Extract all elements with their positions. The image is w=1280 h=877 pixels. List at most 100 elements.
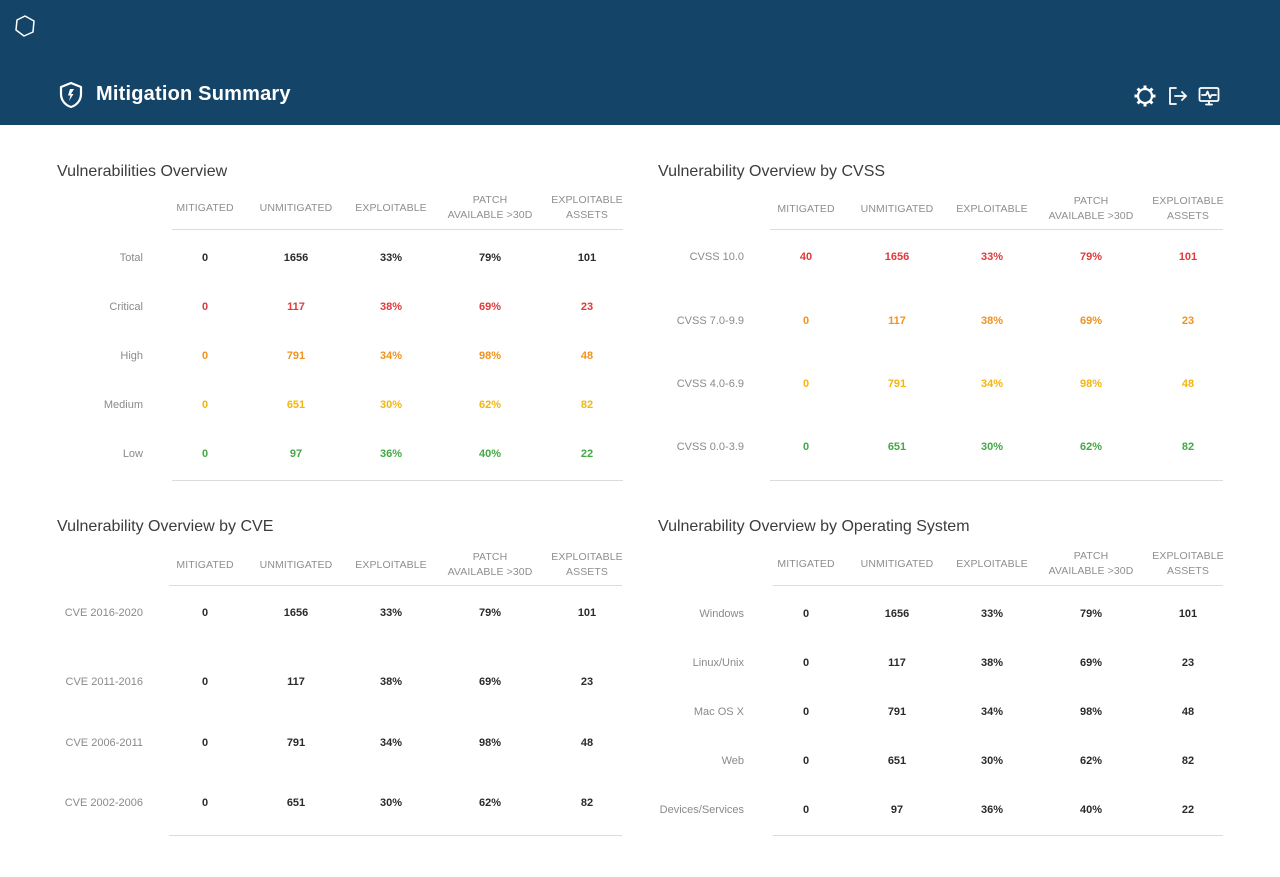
os-cell-exploitable: 38%	[980, 657, 1004, 669]
col-patch-line1: PATCH	[472, 551, 508, 563]
gear-icon[interactable]	[1133, 84, 1157, 108]
overview-cell-patch: 79%	[478, 252, 502, 264]
cve-header-rule	[169, 585, 622, 586]
os-footer-rule	[773, 835, 1223, 836]
cve-cell-patch: 69%	[478, 676, 502, 688]
cvss-cell-unmitigated: 651	[887, 441, 907, 453]
cve-cell-unmitigated: 791	[286, 737, 306, 749]
cvss-row-label: CVSS 0.0-3.9	[676, 441, 744, 453]
cve-row-label: CVE 2016-2020	[64, 607, 143, 619]
cve-cell-mitigated: 0	[201, 607, 209, 619]
os-cell-unmitigated: 117	[888, 657, 906, 669]
overview-cell-unmitigated: 1656	[283, 252, 309, 264]
cvss-cell-mitigated: 0	[802, 315, 810, 327]
os-cell-exploitable: 34%	[980, 706, 1004, 718]
overview-cell-patch: 69%	[478, 301, 502, 313]
os-cell-unmitigated: 791	[887, 706, 907, 718]
os-cell-unmitigated: 97	[890, 804, 904, 816]
cve-cell-mitigated: 0	[201, 676, 209, 688]
os-cell-mitigated: 0	[802, 804, 810, 816]
os-row-label: Web	[721, 755, 744, 767]
col-patch-line2: AVAILABLE >30D	[1048, 210, 1134, 222]
os-cell-assets: 82	[1181, 755, 1195, 767]
shield-icon	[58, 81, 84, 109]
cvss-cell-assets: 48	[1181, 378, 1195, 390]
os-header-rule	[773, 585, 1223, 586]
col-patch-line2: AVAILABLE >30D	[447, 209, 533, 221]
col-assets-line1: EXPLOITABLE	[551, 551, 623, 563]
col-assets-line2: ASSETS	[565, 209, 609, 221]
os-cell-assets: 22	[1181, 804, 1195, 816]
overview-cell-unmitigated: 791	[286, 350, 306, 362]
os-cell-patch: 69%	[1079, 657, 1103, 669]
overview-cell-exploitable: 36%	[379, 448, 403, 460]
os-col-assets: EXPLOITABLE ASSETS	[1143, 549, 1233, 579]
cve-cell-unmitigated: 651	[286, 797, 306, 809]
cvss-col-unmitigated: UNMITIGATED	[860, 203, 934, 215]
cvss-cell-patch: 69%	[1079, 315, 1103, 327]
cvss-cell-exploitable: 33%	[980, 251, 1004, 263]
col-patch-line1: PATCH	[472, 194, 508, 206]
cvss-cell-patch: 62%	[1079, 441, 1103, 453]
monitor-icon[interactable]	[1197, 84, 1221, 108]
cvss-row-label: CVSS 4.0-6.9	[676, 378, 744, 390]
cve-cell-unmitigated: 1656	[283, 607, 309, 619]
cve-cell-mitigated: 0	[201, 737, 209, 749]
overview-cell-exploitable: 38%	[379, 301, 403, 313]
cve-cell-exploitable: 33%	[379, 607, 403, 619]
os-cell-unmitigated: 651	[887, 755, 907, 767]
col-assets-line1: EXPLOITABLE	[551, 194, 623, 206]
os-cell-mitigated: 0	[802, 706, 810, 718]
overview-cell-patch: 62%	[478, 399, 502, 411]
os-col-unmitigated: UNMITIGATED	[860, 558, 934, 570]
cvss-header-rule	[770, 229, 1223, 230]
cvss-cell-unmitigated: 117	[888, 315, 906, 327]
hexagon-logo-icon[interactable]	[13, 14, 37, 38]
overview-col-assets: EXPLOITABLE ASSETS	[542, 193, 632, 223]
cve-cell-exploitable: 38%	[379, 676, 403, 688]
overview-row-label: Low	[122, 448, 143, 460]
overview-cell-patch: 98%	[478, 350, 502, 362]
os-row-label: Linux/Unix	[692, 657, 744, 669]
os-panel-title: Vulnerability Overview by Operating Syst…	[658, 518, 970, 535]
cvss-footer-rule	[770, 480, 1223, 481]
os-cell-assets: 48	[1181, 706, 1195, 718]
os-col-mitigated: MITIGATED	[777, 558, 835, 570]
cvss-cell-exploitable: 34%	[980, 378, 1004, 390]
overview-cell-unmitigated: 651	[286, 399, 306, 411]
os-cell-unmitigated: 1656	[884, 608, 910, 620]
overview-cell-exploitable: 33%	[379, 252, 403, 264]
overview-cell-mitigated: 0	[201, 252, 209, 264]
overview-col-unmitigated: UNMITIGATED	[259, 202, 333, 214]
logout-icon[interactable]	[1166, 84, 1190, 108]
cvss-col-mitigated: MITIGATED	[777, 203, 835, 215]
cvss-cell-assets: 101	[1178, 251, 1198, 263]
col-patch-line1: PATCH	[1073, 195, 1109, 207]
overview-cell-exploitable: 30%	[379, 399, 403, 411]
col-assets-line1: EXPLOITABLE	[1152, 195, 1224, 207]
os-cell-mitigated: 0	[802, 657, 810, 669]
cve-footer-rule	[169, 835, 622, 836]
cve-col-assets: EXPLOITABLE ASSETS	[542, 550, 632, 580]
cve-cell-mitigated: 0	[201, 797, 209, 809]
cvss-cell-assets: 23	[1181, 315, 1195, 327]
os-cell-patch: 62%	[1079, 755, 1103, 767]
cvss-cell-assets: 82	[1181, 441, 1195, 453]
cve-cell-assets: 48	[580, 737, 594, 749]
os-row-label: Devices/Services	[659, 804, 744, 816]
cvss-cell-patch: 98%	[1079, 378, 1103, 390]
overview-panel-title: Vulnerabilities Overview	[57, 163, 228, 180]
overview-cell-patch: 40%	[478, 448, 502, 460]
cve-col-exploitable: EXPLOITABLE	[355, 559, 427, 571]
col-patch-line2: AVAILABLE >30D	[447, 566, 533, 578]
col-assets-line2: ASSETS	[1166, 210, 1210, 222]
os-cell-patch: 40%	[1079, 804, 1103, 816]
overview-cell-mitigated: 0	[201, 399, 209, 411]
cvss-cell-patch: 79%	[1079, 251, 1103, 263]
cve-cell-patch: 98%	[478, 737, 502, 749]
overview-row-label: Medium	[103, 399, 143, 411]
os-row-label: Mac OS X	[693, 706, 744, 718]
os-cell-exploitable: 36%	[980, 804, 1004, 816]
overview-row-label: High	[120, 350, 143, 362]
cve-panel-title: Vulnerability Overview by CVE	[57, 518, 274, 535]
